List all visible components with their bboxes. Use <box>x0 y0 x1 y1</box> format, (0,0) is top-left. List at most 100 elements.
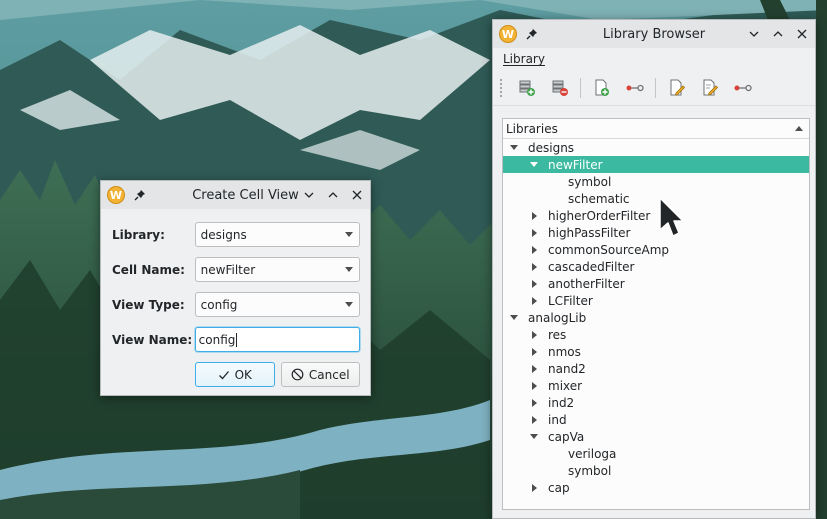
add-connection-icon <box>734 84 752 91</box>
view-type-row: View Type: config <box>112 287 360 322</box>
view-name-row: View Name: config <box>112 322 360 357</box>
library-label: Library: <box>112 227 165 242</box>
close-button[interactable] <box>793 25 811 43</box>
pin-icon[interactable] <box>133 188 147 202</box>
minimize-button[interactable] <box>300 186 318 204</box>
tree-item-label: LCFilter <box>548 293 593 308</box>
tree-item-schematic[interactable]: schematic <box>503 190 809 207</box>
chevron-up-icon <box>773 31 783 37</box>
close-icon <box>352 190 362 200</box>
cancel-button-label: Cancel <box>308 367 350 382</box>
tree-item-mixer[interactable]: mixer <box>503 377 809 394</box>
tree-item-label: nand2 <box>548 361 586 376</box>
collapse-arrow-icon[interactable] <box>528 346 540 358</box>
new-library-button[interactable] <box>511 74 542 102</box>
library-tree[interactable]: Libraries designs newFilter symbol schem… <box>502 118 810 510</box>
cancel-button[interactable]: Cancel <box>280 362 360 387</box>
expand-arrow-icon[interactable] <box>508 312 520 324</box>
tree-item-label: nmos <box>548 344 581 359</box>
maximize-button[interactable] <box>324 186 342 204</box>
sort-up-icon <box>795 126 803 131</box>
chevron-down-icon <box>304 192 314 198</box>
tree-item-label: ind2 <box>548 395 575 410</box>
tree-item-label: commonSourceAmp <box>548 242 669 257</box>
library-browser-window: W Library Browser Library Libraries desi… <box>492 19 816 519</box>
tree-item-nand2[interactable]: nand2 <box>503 360 809 377</box>
close-icon <box>797 29 807 39</box>
collapse-arrow-icon[interactable] <box>528 227 540 239</box>
collapse-arrow-icon[interactable] <box>528 244 540 256</box>
collapse-arrow-icon[interactable] <box>528 380 540 392</box>
dialog-titlebar[interactable]: W Create Cell View <box>101 181 370 209</box>
mouse-pointer-icon <box>659 197 684 237</box>
pin-icon[interactable] <box>525 27 539 41</box>
tree-item-label: mixer <box>548 378 583 393</box>
tree-item-newfilter[interactable]: newFilter <box>503 156 809 173</box>
connect-button[interactable] <box>727 74 758 102</box>
collapse-arrow-icon[interactable] <box>528 397 540 409</box>
tree-item-anotherfilter[interactable]: anotherFilter <box>503 275 809 292</box>
tree-item-label: symbol <box>568 463 612 478</box>
tree-item-capva[interactable]: capVa <box>503 428 809 445</box>
maximize-button[interactable] <box>769 25 787 43</box>
tree-item-nmos[interactable]: nmos <box>503 343 809 360</box>
collapse-arrow-icon[interactable] <box>528 414 540 426</box>
tree-item-commonsourceamp[interactable]: commonSourceAmp <box>503 241 809 258</box>
edit-note-icon <box>703 79 718 96</box>
toolbar-grip-icon[interactable] <box>499 77 503 98</box>
library-select-value: designs <box>200 227 247 242</box>
collapse-arrow-icon[interactable] <box>528 278 540 290</box>
tree-item-capva-symbol[interactable]: symbol <box>503 462 809 479</box>
expand-arrow-icon[interactable] <box>528 431 540 443</box>
tree-item-ind2[interactable]: ind2 <box>503 394 809 411</box>
expand-arrow-icon[interactable] <box>528 159 540 171</box>
toolbar-separator <box>580 77 581 98</box>
cancel-icon <box>291 368 304 381</box>
collapse-arrow-icon[interactable] <box>528 210 540 222</box>
checkmark-icon <box>218 370 229 379</box>
tree-item-higherorderfilter[interactable]: higherOrderFilter <box>503 207 809 224</box>
cell-name-row: Cell Name: newFilter <box>112 252 360 287</box>
new-cell-button[interactable] <box>586 74 617 102</box>
tree-item-highpassfilter[interactable]: highPassFilter <box>503 224 809 241</box>
cell-name-select[interactable]: newFilter <box>194 257 360 282</box>
expand-arrow-icon[interactable] <box>508 142 520 154</box>
collapse-arrow-icon[interactable] <box>528 295 540 307</box>
tree-item-analoglib[interactable]: analogLib <box>503 309 809 326</box>
tree-item-label: ind <box>548 412 567 427</box>
collapse-arrow-icon[interactable] <box>528 329 540 341</box>
library-select[interactable]: designs <box>194 222 360 247</box>
tree-item-res[interactable]: res <box>503 326 809 343</box>
edit-document-button[interactable] <box>661 74 692 102</box>
menubar: Library <box>493 48 815 70</box>
view-name-input[interactable]: config <box>194 327 360 352</box>
dropdown-arrow-icon <box>345 232 353 237</box>
menu-library[interactable]: Library <box>503 52 545 66</box>
toolbar <box>493 70 815 106</box>
tree-item-symbol[interactable]: symbol <box>503 173 809 190</box>
library-row: Library: designs <box>112 217 360 252</box>
tree-item-cascadedfilter[interactable]: cascadedFilter <box>503 258 809 275</box>
dropdown-arrow-icon <box>345 267 353 272</box>
ok-button[interactable]: OK <box>195 362 275 387</box>
collapse-arrow-icon[interactable] <box>528 482 540 494</box>
add-connection-button[interactable] <box>619 74 650 102</box>
tree-item-ind[interactable]: ind <box>503 411 809 428</box>
tree-item-designs[interactable]: designs <box>503 139 809 156</box>
tree-item-lcfilter[interactable]: LCFilter <box>503 292 809 309</box>
tree-item-veriloga[interactable]: veriloga <box>503 445 809 462</box>
collapse-arrow-icon[interactable] <box>528 363 540 375</box>
tree-header[interactable]: Libraries <box>503 119 809 139</box>
edit-note-button[interactable] <box>694 74 725 102</box>
tree-item-label: anotherFilter <box>548 276 625 291</box>
remove-library-button[interactable] <box>544 74 575 102</box>
remove-library-icon <box>552 80 568 96</box>
close-button[interactable] <box>348 186 366 204</box>
collapse-arrow-icon[interactable] <box>528 261 540 273</box>
cell-name-label: Cell Name: <box>112 262 185 277</box>
minimize-button[interactable] <box>745 25 763 43</box>
create-cell-view-dialog: W Create Cell View Library: designs Cell… <box>100 180 371 396</box>
view-type-select[interactable]: config <box>194 292 360 317</box>
library-browser-titlebar[interactable]: W Library Browser <box>493 20 815 48</box>
tree-item-cap[interactable]: cap <box>503 479 809 496</box>
